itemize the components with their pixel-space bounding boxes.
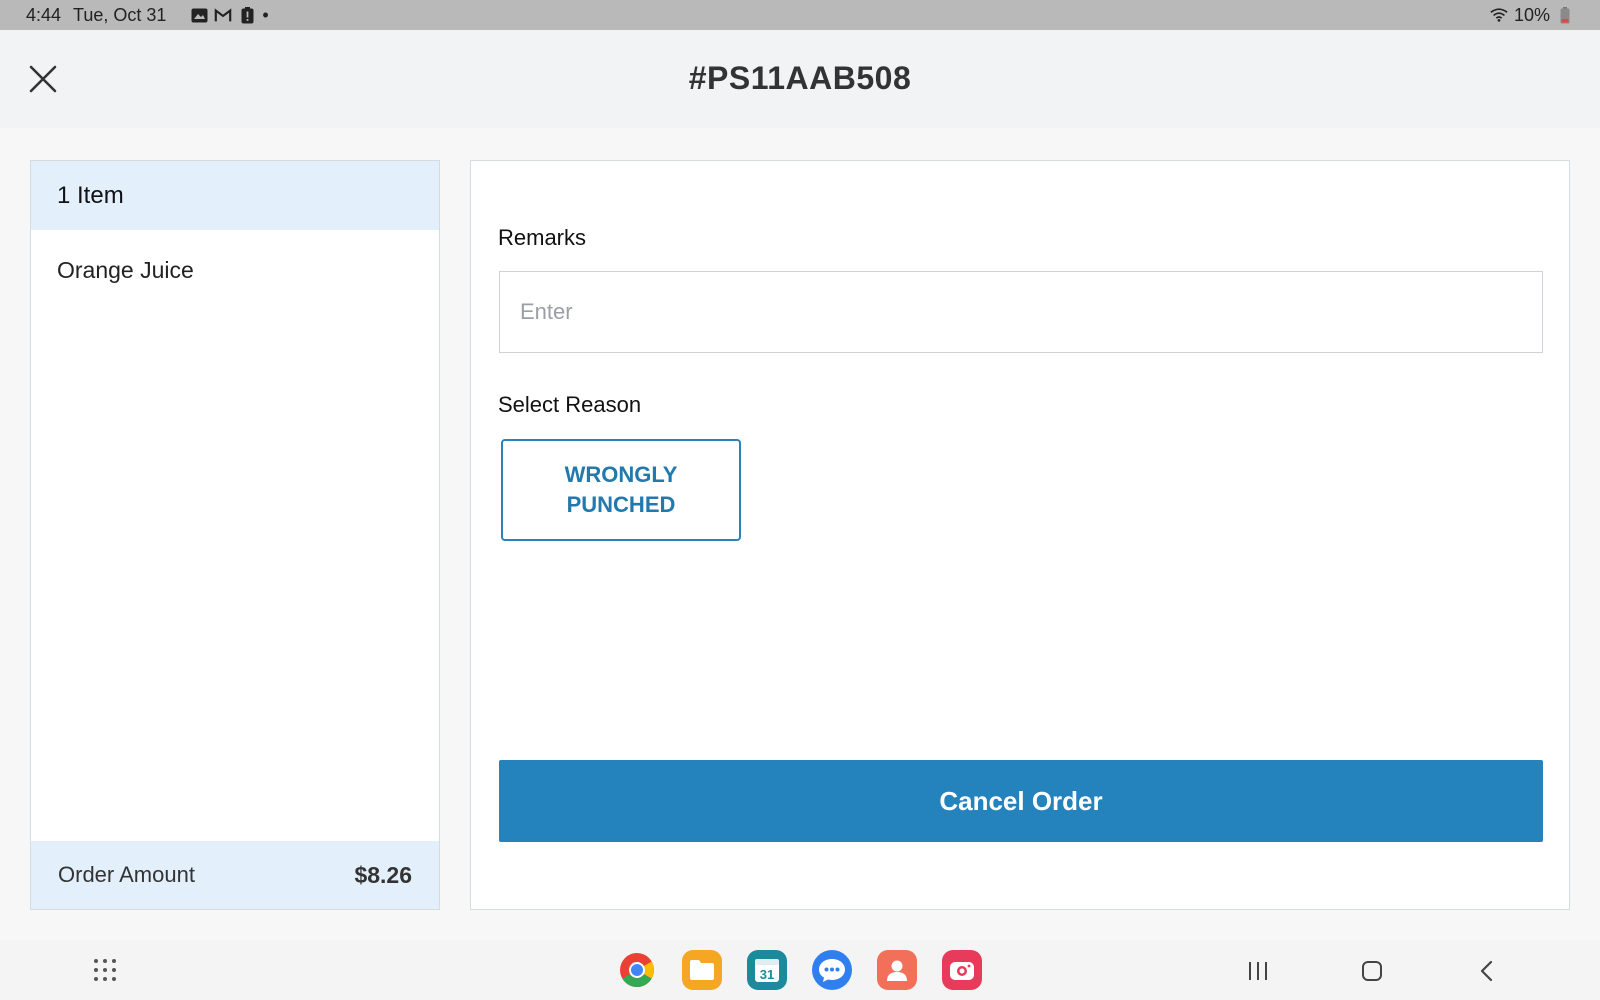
- home-button[interactable]: [1358, 957, 1386, 985]
- order-amount-value: $8.26: [354, 861, 412, 888]
- page-title: #PS11AAB508: [688, 60, 912, 96]
- back-button[interactable]: [1473, 957, 1501, 985]
- chrome-icon[interactable]: [617, 950, 657, 990]
- gallery-icon: [190, 6, 208, 24]
- alert-icon: [238, 6, 256, 24]
- back-icon: [1480, 960, 1493, 982]
- reason-option-wrongly-punched[interactable]: WRONGLY PUNCHED: [501, 439, 741, 541]
- nav-bar: 31: [0, 940, 1600, 1000]
- status-time: 4:44: [26, 4, 62, 25]
- remarks-input[interactable]: [499, 271, 1543, 353]
- cancel-order-button[interactable]: Cancel Order: [499, 760, 1543, 842]
- recents-button[interactable]: [1244, 957, 1272, 985]
- header: #PS11AAB508: [0, 30, 1600, 128]
- notification-icons: •: [190, 4, 269, 26]
- status-dot: •: [262, 4, 269, 25]
- status-right: 10%: [1490, 5, 1574, 26]
- app-dock: 31: [617, 950, 982, 990]
- app-drawer-button[interactable]: [92, 957, 118, 983]
- camera-icon[interactable]: [942, 950, 982, 990]
- home-icon: [1362, 961, 1382, 981]
- grid-icon: [94, 959, 116, 981]
- battery-percent: 10%: [1513, 4, 1550, 25]
- order-amount-row: Order Amount $8.26: [31, 841, 439, 909]
- recents-icon: [1249, 962, 1267, 980]
- status-left: 4:44 Tue, Oct 31 •: [26, 5, 269, 26]
- list-item: Orange Juice: [57, 256, 194, 283]
- files-icon[interactable]: [682, 950, 722, 990]
- item-count-header: 1 Item: [31, 161, 439, 230]
- calendar-icon[interactable]: 31: [747, 950, 787, 990]
- wifi-icon: [1490, 6, 1508, 24]
- order-summary-panel: 1 Item Orange Juice Order Amount $8.26: [30, 160, 440, 910]
- remarks-label: Remarks: [498, 225, 587, 250]
- gmail-icon: [214, 6, 232, 24]
- messages-icon[interactable]: [812, 950, 852, 990]
- contacts-icon[interactable]: [877, 950, 917, 990]
- battery-icon: [1556, 6, 1574, 24]
- order-amount-label: Order Amount: [58, 862, 195, 887]
- svg-text:31: 31: [760, 967, 774, 982]
- status-bar: 4:44 Tue, Oct 31 • 10%: [0, 0, 1600, 30]
- cancel-form-panel: Remarks Select Reason WRONGLY PUNCHED Ca…: [470, 160, 1570, 910]
- status-date: Tue, Oct 31: [73, 4, 167, 25]
- select-reason-label: Select Reason: [498, 392, 642, 417]
